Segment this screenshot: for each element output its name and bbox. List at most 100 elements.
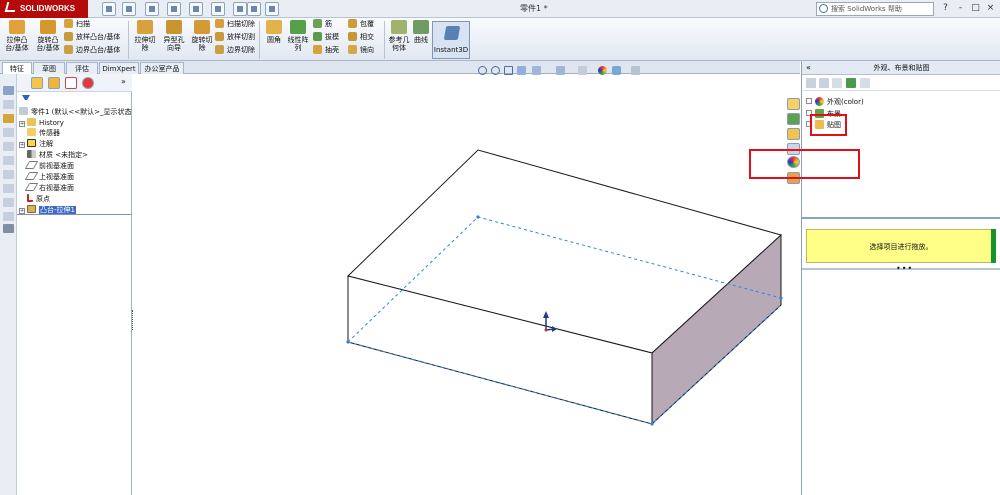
apply-scene-icon[interactable] — [612, 66, 621, 75]
options-icon[interactable] — [265, 2, 279, 16]
tab-dimxpert[interactable]: DimXpert — [99, 62, 139, 74]
tab-evaluate[interactable]: 评估 — [66, 62, 98, 74]
sketch-tool-icon[interactable] — [3, 86, 14, 95]
circle-tool-icon[interactable] — [3, 156, 14, 165]
extrude-cut-button[interactable]: 拉伸切 除 — [132, 20, 158, 52]
property-manager-tab-icon[interactable] — [48, 77, 60, 89]
mirror-tool-icon[interactable] — [3, 212, 14, 221]
panel-splitter-handle[interactable] — [132, 310, 137, 330]
tab-sketch[interactable]: 草图 — [33, 62, 65, 74]
filter-icon[interactable] — [22, 95, 30, 102]
feature-tool-icon[interactable] — [3, 114, 14, 123]
rib-button[interactable]: 筋 — [313, 19, 332, 30]
expand-icon[interactable]: + — [19, 121, 25, 127]
undo-icon[interactable] — [189, 2, 203, 16]
forward-icon[interactable] — [819, 78, 829, 88]
splitter-grip[interactable]: ••• — [896, 265, 913, 273]
table-tool-icon[interactable] — [3, 224, 14, 233]
minimize-button[interactable]: - — [955, 3, 966, 14]
lofted-cut-button[interactable]: 放样切割 — [215, 32, 255, 43]
intersect-button[interactable]: 相交 — [348, 32, 374, 43]
tab-office-products[interactable]: 办公室产品 — [140, 62, 184, 74]
tab-features[interactable]: 特征 — [2, 62, 32, 74]
rectangle-tool-icon[interactable] — [3, 142, 14, 151]
title-bar: SOLIDWORKS 零件1 * 搜索 SolidWorks 帮助 ? - □ … — [0, 0, 1000, 18]
back-icon[interactable] — [806, 78, 816, 88]
view-orientation-icon[interactable] — [532, 66, 541, 75]
search-go-button[interactable] — [917, 2, 929, 16]
curves-button[interactable]: 曲线 — [411, 20, 431, 44]
hint-scroll-bar[interactable] — [991, 229, 996, 263]
file-properties-icon[interactable] — [247, 2, 261, 16]
revolve-cut-button[interactable]: 旋转切 除 — [190, 20, 214, 52]
pane-splitter[interactable] — [802, 217, 1000, 219]
close-button[interactable]: × — [985, 3, 996, 14]
loft-boss-button[interactable]: 放样凸台/基体 — [64, 32, 120, 43]
help-icon[interactable] — [860, 78, 870, 88]
smart-dimension-icon[interactable] — [3, 100, 14, 109]
tree-item-front-plane[interactable]: 前视基准面 — [19, 161, 74, 171]
print-icon[interactable] — [167, 2, 181, 16]
display-manager-tab-icon[interactable] — [82, 77, 94, 89]
tree-item-origin[interactable]: 原点 — [19, 194, 50, 204]
instant3d-button[interactable]: Instant3D — [432, 21, 470, 59]
hole-wizard-button[interactable]: 异型孔 向导 — [160, 20, 188, 52]
mirror-button[interactable]: 镜向 — [348, 45, 374, 56]
solidworks-resources-icon[interactable] — [787, 98, 800, 110]
open-folder-icon[interactable] — [122, 2, 136, 16]
trim-tool-icon[interactable] — [3, 198, 14, 207]
add-file-location-icon[interactable] — [846, 78, 856, 88]
linear-pattern-button[interactable]: 线性阵 列 — [285, 20, 311, 52]
swept-cut-button[interactable]: 扫描切除 — [215, 19, 255, 30]
tree-item-top-plane[interactable]: 上视基准面 — [19, 172, 74, 182]
sweep-button[interactable]: 扫描 — [64, 19, 90, 30]
tree-item-right-plane[interactable]: 右视基准面 — [19, 183, 74, 193]
display-style-icon[interactable] — [556, 66, 565, 75]
tree-item-history[interactable]: + History — [19, 118, 64, 128]
previous-view-icon[interactable] — [504, 66, 513, 75]
wrap-button[interactable]: 包覆 — [348, 19, 374, 30]
zoom-to-fit-icon[interactable] — [478, 66, 487, 75]
revolve-boss-button[interactable]: 旋转凸 台/基体 — [34, 20, 62, 52]
add-folder-icon[interactable] — [832, 78, 842, 88]
appearance-tree-item[interactable]: 外观(color) — [806, 97, 864, 107]
arc-tool-icon[interactable] — [3, 170, 14, 179]
graphics-area[interactable] — [133, 74, 800, 495]
tree-item-annotations[interactable]: + 注解 — [19, 139, 53, 149]
save-icon[interactable] — [145, 2, 159, 16]
tree-root-part[interactable]: 零件1 (默认<<默认>_显示状态 — [19, 107, 132, 117]
design-library-icon[interactable] — [787, 113, 800, 125]
shell-button[interactable]: 抽壳 — [313, 45, 339, 56]
solidworks-logo[interactable]: SOLIDWORKS — [0, 0, 88, 18]
feature-manager-tab-icon[interactable] — [31, 77, 43, 89]
boundary-cut-button[interactable]: 边界切除 — [215, 45, 255, 56]
help-icon[interactable]: ? — [940, 3, 951, 14]
collapse-panel-icon[interactable]: « — [806, 61, 811, 75]
tree-expand-icon[interactable]: » — [121, 77, 126, 86]
extrude-boss-button[interactable]: 拉伸凸 台/基体 — [4, 20, 30, 52]
expand-icon[interactable] — [806, 98, 812, 104]
new-document-icon[interactable] — [102, 2, 116, 16]
boundary-boss-button[interactable]: 边界凸台/基体 — [64, 45, 120, 56]
expand-icon[interactable]: + — [19, 142, 25, 148]
rollback-bar[interactable] — [17, 214, 132, 215]
section-view-icon[interactable] — [517, 66, 526, 75]
line-tool-icon[interactable] — [3, 128, 14, 137]
view-settings-icon[interactable] — [631, 66, 640, 75]
spline-tool-icon[interactable] — [3, 184, 14, 193]
zoom-area-icon[interactable] — [491, 66, 500, 75]
file-explorer-icon[interactable] — [787, 128, 800, 140]
rib-icon — [313, 19, 322, 28]
tree-item-material[interactable]: 材质 <未指定> — [19, 150, 88, 160]
configuration-manager-tab-icon[interactable] — [65, 77, 77, 89]
maximize-button[interactable]: □ — [970, 3, 981, 14]
revolve-boss-icon — [40, 20, 56, 34]
edit-appearance-icon[interactable] — [598, 66, 607, 75]
reference-geometry-button[interactable]: 参考几 何体 — [387, 20, 411, 52]
select-arrow-icon[interactable] — [211, 2, 225, 16]
hide-show-items-icon[interactable] — [578, 66, 587, 75]
rebuild-icon[interactable] — [233, 2, 247, 16]
fillet-button[interactable]: 圆角 — [263, 20, 285, 44]
tree-item-sensors[interactable]: 传感器 — [19, 128, 60, 138]
draft-button[interactable]: 拔模 — [313, 32, 339, 43]
